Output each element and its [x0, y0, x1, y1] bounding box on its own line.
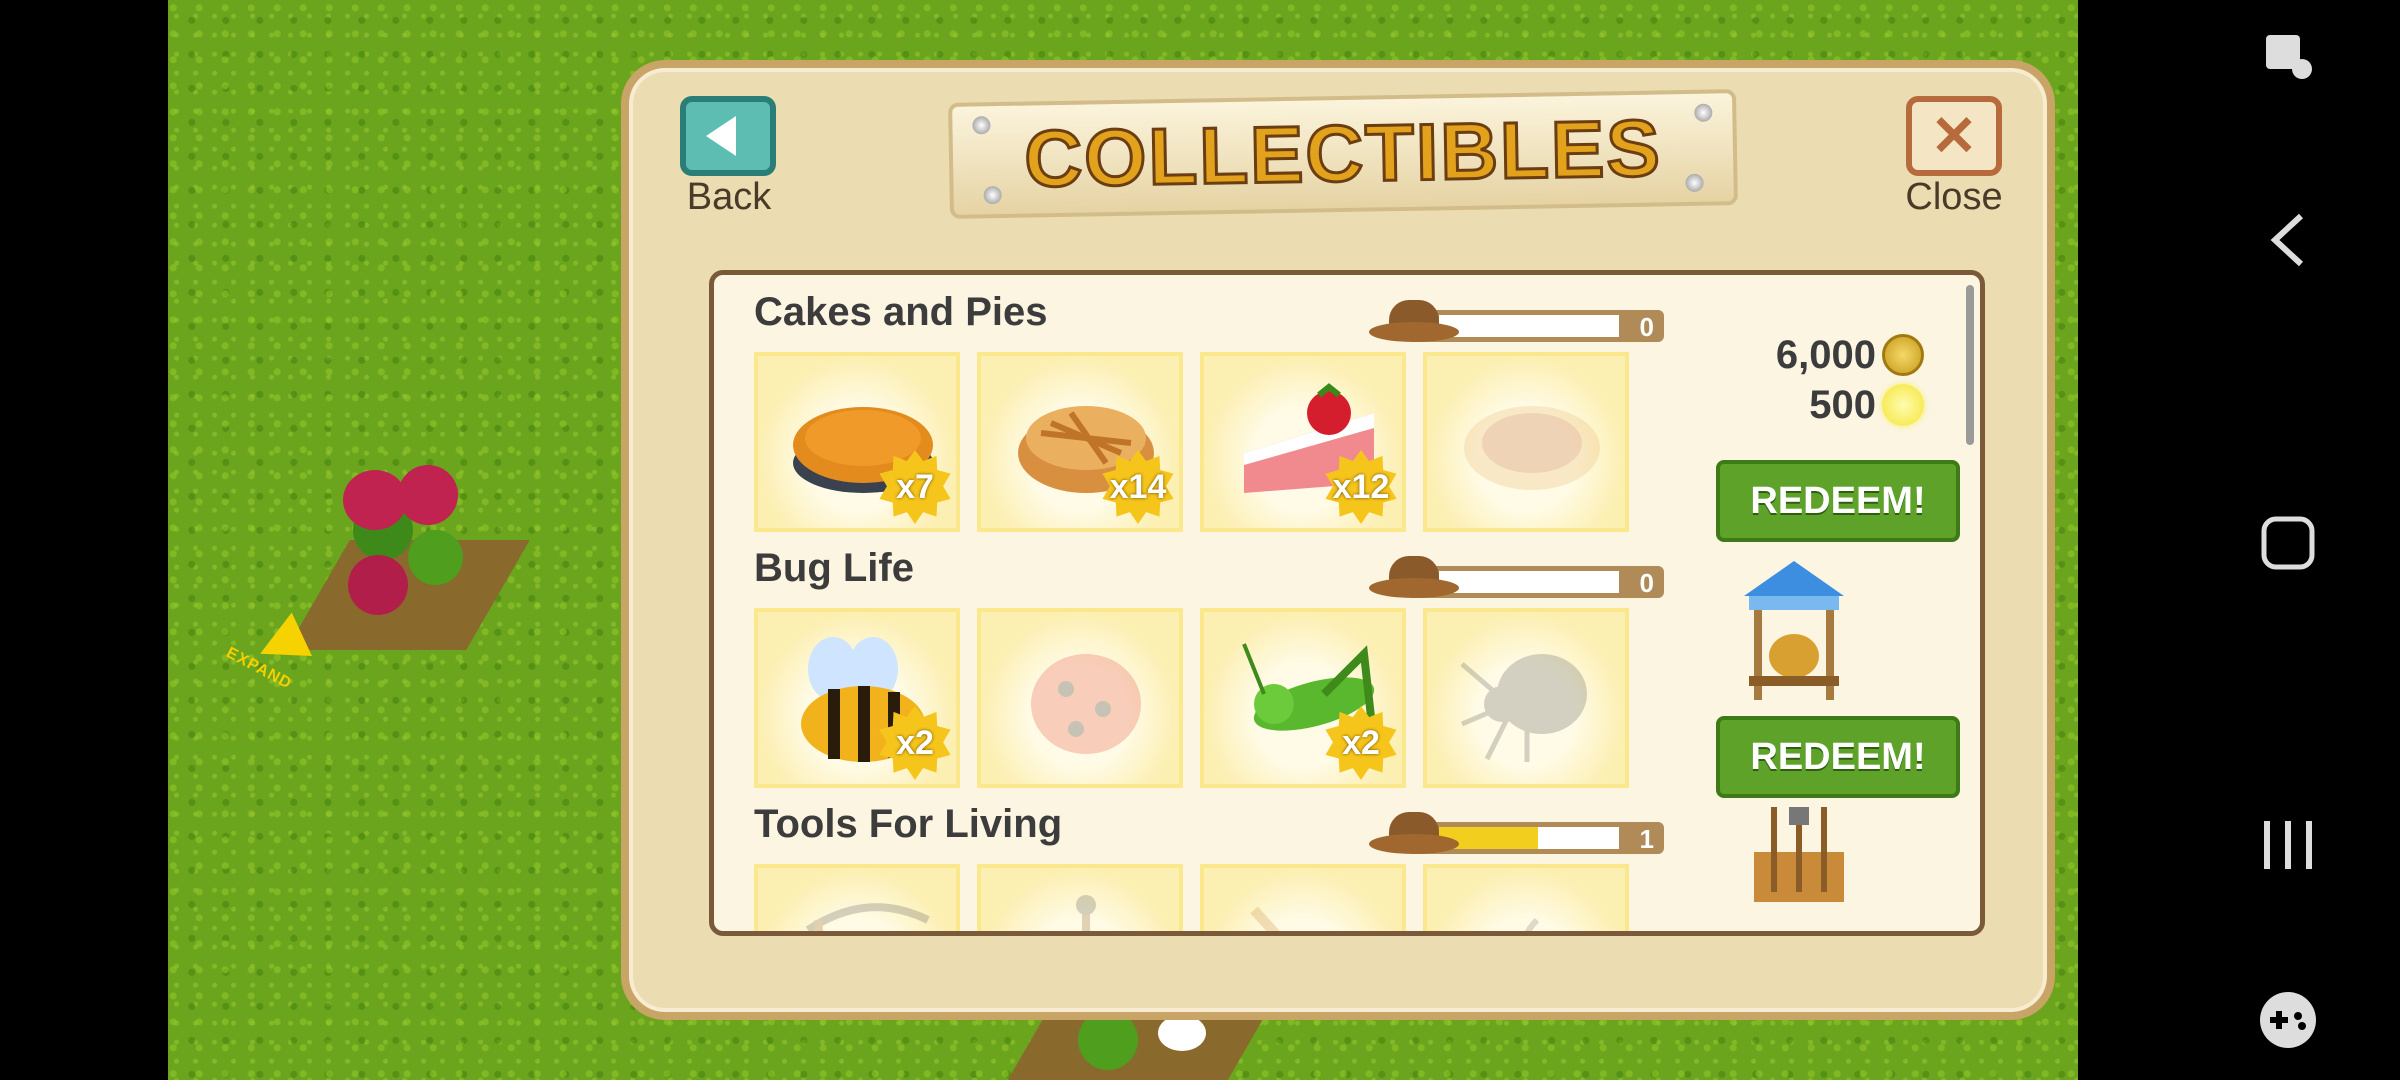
ladybug-icon — [1011, 634, 1161, 764]
cowboy-hat-icon — [1369, 300, 1459, 344]
star-icon — [1882, 384, 1924, 426]
collectible-card[interactable] — [754, 864, 960, 931]
scythe-icon — [788, 890, 938, 931]
collectible-card[interactable]: x14 — [977, 352, 1183, 532]
back-button[interactable] — [680, 96, 776, 176]
tree — [408, 530, 463, 585]
collectible-card[interactable] — [1423, 864, 1629, 931]
hoe-icon — [1457, 890, 1607, 931]
screen-pin-icon[interactable] — [2248, 15, 2328, 95]
cowboy-hat-icon — [1369, 812, 1459, 856]
rake-icon — [1234, 890, 1384, 931]
back-label[interactable]: Back — [659, 176, 799, 219]
collectible-card[interactable] — [977, 608, 1183, 788]
star-reward-value: 500 — [1809, 382, 1876, 427]
collectible-card[interactable] — [1200, 864, 1406, 931]
flowering-tree — [343, 470, 407, 530]
tool-rack-icon — [1744, 802, 1854, 912]
collectible-card[interactable]: x7 — [754, 352, 960, 532]
section-title: Tools For Living — [754, 802, 1063, 846]
coin-reward: 6,000 500 — [1674, 330, 1924, 430]
system-navigation-bar — [2178, 0, 2400, 1080]
bolt-icon — [983, 185, 1002, 205]
cowboy-hat-icon — [1369, 556, 1459, 600]
back-nav-icon[interactable] — [2248, 200, 2328, 280]
farm-plot-bottom[interactable] — [1007, 1010, 1269, 1080]
collectible-card[interactable]: x12 — [1200, 352, 1406, 532]
title-banner: COLLECTIBLES — [948, 89, 1738, 219]
collections-list[interactable]: Cakes and Pies 0 x7 x14 x12 6,000 500 RE… — [709, 270, 1985, 936]
progress-count: 0 — [1639, 568, 1654, 598]
coin-reward-value: 6,000 — [1775, 332, 1876, 377]
section-title: Bug Life — [754, 546, 914, 590]
game-tools-icon[interactable] — [2248, 980, 2328, 1060]
bolt-icon — [1694, 103, 1713, 122]
collectible-card[interactable]: x2 — [1200, 608, 1406, 788]
progress-count: 1 — [1639, 824, 1654, 854]
redeem-button[interactable]: REDEEM! — [1716, 460, 1960, 542]
spider-icon — [1457, 634, 1607, 764]
progress-count: 0 — [1639, 312, 1654, 342]
dialog-title: COLLECTIBLES — [1022, 102, 1664, 205]
recent-apps-icon[interactable] — [2248, 805, 2328, 885]
collectible-card[interactable] — [1423, 608, 1629, 788]
home-nav-icon[interactable] — [2248, 503, 2328, 583]
collection-cakes-and-pies: Cakes and Pies 0 x7 x14 x12 6,000 500 RE… — [714, 290, 1980, 542]
bolt-icon — [972, 116, 991, 135]
bolt-icon — [1685, 173, 1704, 193]
collectible-card[interactable] — [1423, 352, 1629, 532]
redeem-button[interactable]: REDEEM! — [1716, 716, 1960, 798]
flowering-tree — [348, 555, 408, 615]
collection-bug-life: Bug Life 0 x2 x2 REDEEM! — [714, 546, 1980, 798]
beehive-stand-icon — [1739, 556, 1849, 706]
close-icon: ✕ — [1930, 104, 1978, 167]
coin-icon — [1882, 334, 1924, 376]
collectibles-dialog: Back ✕ Close COLLECTIBLES Cakes and Pies… — [621, 60, 2055, 1020]
back-arrow-icon — [706, 116, 736, 156]
fruit-tart-icon — [1457, 378, 1607, 508]
collectible-card[interactable] — [977, 864, 1183, 931]
farm-game-view[interactable]: EXPAND EXPAND Back ✕ Close COLLECTIBLES … — [168, 0, 2078, 1080]
flowering-tree — [398, 465, 458, 525]
collectible-card[interactable]: x2 — [754, 608, 960, 788]
section-title: Cakes and Pies — [754, 290, 1048, 334]
close-button[interactable]: ✕ — [1906, 96, 2002, 176]
shovel-icon — [1011, 890, 1161, 931]
collection-tools-for-living: Tools For Living 1 — [714, 802, 1980, 931]
close-label[interactable]: Close — [1884, 176, 2024, 219]
sheep-icon — [1158, 1015, 1206, 1051]
